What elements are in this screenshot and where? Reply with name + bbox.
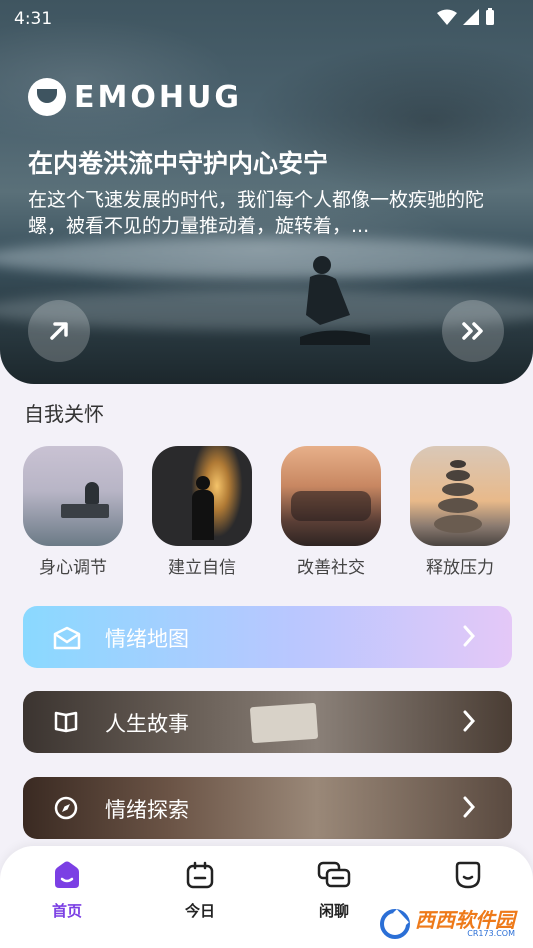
bottom-navigation: 首页 今日 闲聊 西西软件园 CR173.COM <box>0 846 533 948</box>
map-envelope-icon <box>53 626 81 650</box>
chevron-right-icon <box>463 796 476 818</box>
life-story-card[interactable]: 人生故事 <box>23 691 512 753</box>
signal-icon <box>463 9 479 25</box>
wifi-icon <box>437 9 457 25</box>
chat-icon <box>317 861 351 888</box>
calendar-icon <box>186 861 214 889</box>
care-item-stress[interactable]: 释放压力 <box>410 446 510 578</box>
watermark-logo-icon <box>380 909 410 939</box>
self-care-list: 身心调节 建立自信 改善社交 释放压力 <box>23 446 510 578</box>
emotion-map-card[interactable]: 情绪地图 <box>23 606 512 668</box>
brand-logo: EMOHUG <box>28 78 242 116</box>
care-item-confidence[interactable]: 建立自信 <box>152 446 252 578</box>
meditation-image <box>23 446 123 546</box>
watermark-sub: CR173.COM <box>467 929 515 938</box>
face-icon <box>455 861 481 889</box>
home-icon <box>55 861 79 888</box>
arrow-up-right-icon <box>50 322 68 340</box>
card-label: 情绪探索 <box>105 798 189 822</box>
chevron-right-icon <box>463 710 476 732</box>
brand-name: EMOHUG <box>74 79 242 115</box>
emohug-logo-icon <box>28 78 66 116</box>
watermark-text: 西西软件园 <box>415 908 515 932</box>
social-image <box>281 446 381 546</box>
next-article-button[interactable] <box>442 300 504 362</box>
book-icon <box>54 711 78 733</box>
care-item-body-mind[interactable]: 身心调节 <box>23 446 123 578</box>
nav-label: 今日 <box>184 902 215 920</box>
hero-description: 在这个飞速发展的时代，我们每个人都像一枚疾驰的陀螺，被看不见的力量推动着，旋转着… <box>28 189 485 237</box>
nav-item-home[interactable]: 首页 <box>27 860 107 921</box>
book-photo <box>249 702 319 744</box>
care-label: 身心调节 <box>39 558 107 578</box>
care-label: 建立自信 <box>168 558 236 578</box>
double-chevron-right-icon <box>462 322 483 340</box>
nav-item-mood[interactable] <box>428 860 508 900</box>
nav-label: 首页 <box>51 902 82 920</box>
emotion-explore-card[interactable]: 情绪探索 <box>23 777 512 839</box>
nav-label: 闲聊 <box>318 902 349 920</box>
care-label: 改善社交 <box>297 558 365 578</box>
open-article-button[interactable] <box>28 300 90 362</box>
status-icons <box>437 8 495 26</box>
status-bar: 4:31 <box>0 0 533 36</box>
nav-item-chat[interactable]: 闲聊 <box>294 860 374 921</box>
card-label: 情绪地图 <box>105 627 189 651</box>
hero-title: 在内卷洪流中守护内心安宁 <box>28 149 329 178</box>
chevron-right-icon <box>463 625 476 647</box>
nav-item-today[interactable]: 今日 <box>160 860 240 921</box>
hero-wave <box>0 238 533 278</box>
care-item-social[interactable]: 改善社交 <box>281 446 381 578</box>
self-care-title: 自我关怀 <box>24 402 104 426</box>
status-time: 4:31 <box>14 9 53 29</box>
card-label: 人生故事 <box>105 712 189 736</box>
person-silhouette <box>300 256 370 345</box>
confidence-image <box>152 446 252 546</box>
hero-banner[interactable]: 4:31 EMOHUG 在内卷洪流中守护内心安宁 在这个飞速发展的时代，我们每个… <box>0 0 533 384</box>
compass-icon <box>54 796 78 820</box>
battery-icon <box>486 8 494 25</box>
stones-image <box>410 446 510 546</box>
site-watermark: 西西软件园 CR173.COM <box>377 908 515 940</box>
care-label: 释放压力 <box>426 558 494 578</box>
